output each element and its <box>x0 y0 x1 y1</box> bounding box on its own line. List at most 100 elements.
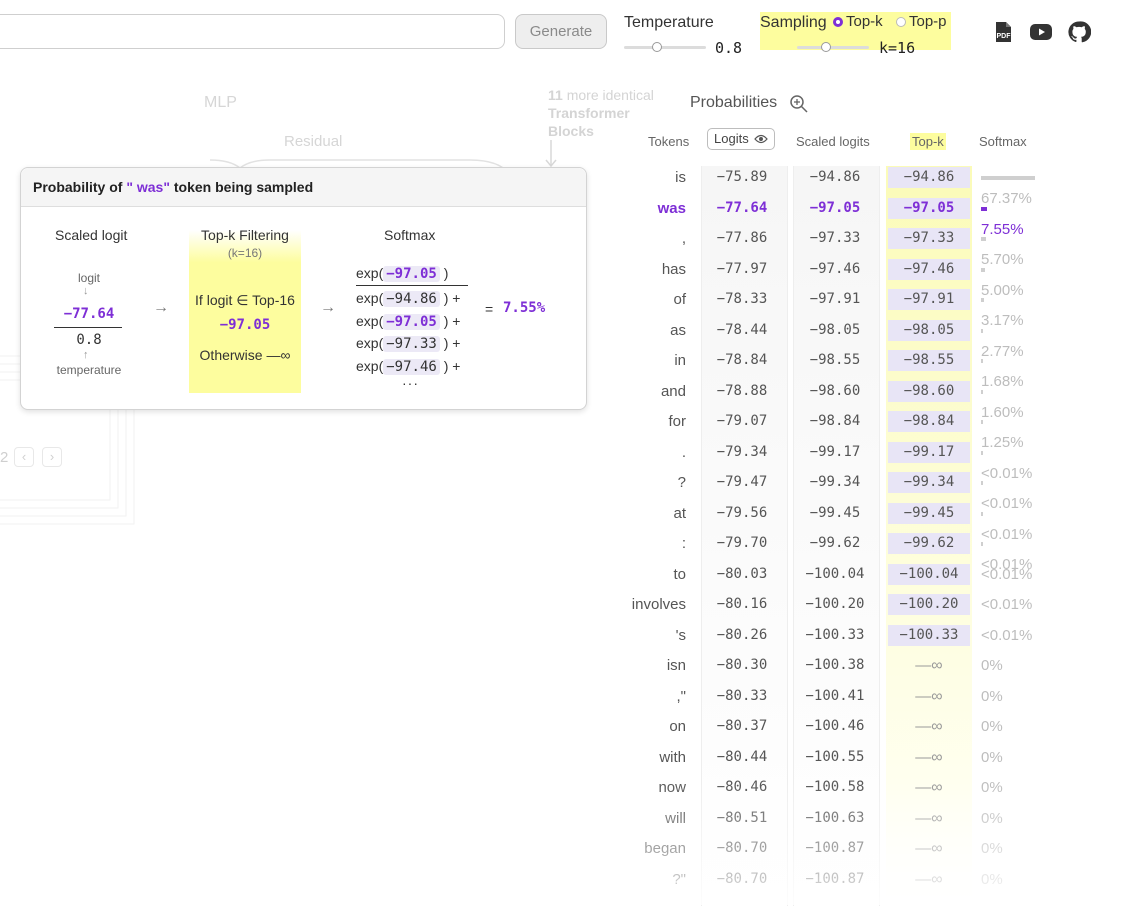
softmax-value: 0% <box>981 718 1003 735</box>
popup-title: Probability of " was" token being sample… <box>33 179 313 195</box>
row-softmax: 2.77% <box>981 320 1024 360</box>
logits-toggle[interactable]: Logits <box>707 128 775 150</box>
exp-label: exp( <box>356 290 384 306</box>
row-topk-value: −97.46 <box>888 259 970 280</box>
row-token[interactable]: was <box>600 198 686 219</box>
row-logit: −79.56 <box>716 505 768 521</box>
row-scaled-logit: −98.55 <box>809 352 861 368</box>
prev-page-button[interactable]: ‹ <box>14 447 34 467</box>
row-token[interactable]: in <box>600 350 686 371</box>
row-topk-value: −98.55 <box>888 350 970 371</box>
row-logit: −79.47 <box>716 474 768 490</box>
row-logit: −78.84 <box>716 352 768 368</box>
temperature-slider[interactable] <box>624 46 706 49</box>
softmax-header: Softmax <box>979 134 1027 149</box>
row-token[interactable]: has <box>600 259 686 280</box>
topk-filter-condition: If logit ∈ Top-16 <box>195 292 295 308</box>
fraction-line <box>54 327 122 328</box>
svg-text:PDF: PDF <box>997 33 1012 40</box>
row-logit: −80.30 <box>716 657 768 673</box>
denominator-term: exp(−97.05 ) + <box>356 312 461 330</box>
row-softmax: 1.25% <box>981 411 1024 451</box>
row-topk-value: −100.04 <box>888 564 970 585</box>
row-token[interactable]: and <box>600 381 686 402</box>
row-softmax: <0.01% <box>981 472 1032 512</box>
softmax-bar <box>981 176 1035 181</box>
row-scaled-logit: −99.62 <box>809 535 861 551</box>
softmax-bar <box>981 390 983 395</box>
row-logit: −77.86 <box>716 230 768 246</box>
row-logit: −80.33 <box>716 688 768 704</box>
row-scaled-logit: −99.34 <box>809 474 861 490</box>
next-page-button[interactable]: › <box>42 447 62 467</box>
pdf-icon[interactable]: PDF <box>991 20 1015 44</box>
topk-option-label[interactable]: Top-k <box>846 13 883 30</box>
temperature-slider-thumb[interactable] <box>652 42 662 52</box>
row-token[interactable]: is <box>600 167 686 188</box>
logits-header: Logits <box>714 131 749 146</box>
generate-button[interactable]: Generate <box>515 14 607 49</box>
topp-option-label[interactable]: Top-p <box>909 13 947 30</box>
softmax-value: 0% <box>981 749 1003 766</box>
row-logit: −80.44 <box>716 749 768 765</box>
row-topk-value: −97.33 <box>888 228 970 249</box>
row-token[interactable]: involves <box>600 594 686 615</box>
row-logit: −75.89 <box>716 169 768 185</box>
youtube-icon[interactable] <box>1029 20 1053 44</box>
tokens-header: Tokens <box>648 134 690 149</box>
row-token[interactable]: at <box>600 503 686 524</box>
zoom-in-icon[interactable] <box>789 94 809 114</box>
softmax-bar <box>981 420 983 425</box>
row-topk-value: −94.86 <box>888 167 970 188</box>
row-logit: −79.34 <box>716 444 768 460</box>
k-slider-thumb[interactable] <box>821 42 831 52</box>
exp-label: exp( <box>356 265 384 281</box>
topk-radio[interactable] <box>833 17 843 27</box>
popup-title-token: " was" <box>126 179 170 195</box>
row-token[interactable]: , <box>600 228 686 249</box>
row-scaled-logit: −100.55 <box>805 749 865 765</box>
denominator-term: exp(−94.86 ) + <box>356 290 461 307</box>
row-token[interactable]: 's <box>600 625 686 646</box>
row-softmax: 5.70% <box>981 228 1024 268</box>
arrow-up-icon: ↑ <box>83 349 89 361</box>
row-token[interactable]: . <box>600 442 686 463</box>
plus-sign: + <box>452 312 461 329</box>
row-token[interactable]: : <box>600 533 686 554</box>
row-logit: −79.07 <box>716 413 768 429</box>
row-token[interactable]: to <box>600 564 686 585</box>
row-logit: −77.97 <box>716 261 768 277</box>
row-logit: −79.70 <box>716 535 768 551</box>
row-token[interactable]: of <box>600 289 686 310</box>
softmax-bar <box>981 451 983 456</box>
row-softmax: 3.17% <box>981 289 1024 329</box>
topp-radio[interactable] <box>896 17 906 27</box>
row-topk-value: −97.91 <box>888 289 970 310</box>
row-token[interactable]: on <box>600 716 686 737</box>
sampling-label: Sampling <box>760 14 827 31</box>
bottom-fade <box>600 780 1121 905</box>
row-token[interactable]: with <box>600 747 686 768</box>
row-topk-value: −99.62 <box>888 533 970 554</box>
row-scaled-logit: −94.86 <box>809 169 861 185</box>
arrow-right-icon: → <box>320 299 336 316</box>
row-logit: −78.88 <box>716 383 768 399</box>
softmax-value: <0.01% <box>981 566 1033 583</box>
softmax-value: 0% <box>981 688 1003 705</box>
row-token[interactable]: isn <box>600 655 686 676</box>
row-token[interactable]: ," <box>600 686 687 707</box>
scaled-logits-header: Scaled logits <box>796 134 870 149</box>
row-softmax: <0.01% <box>981 625 1032 646</box>
softmax-numerator: exp(−97.05 ) <box>356 265 449 282</box>
row-token[interactable]: as <box>600 320 686 341</box>
row-softmax: 7.55% <box>981 198 1024 238</box>
row-softmax: 0% <box>981 747 1003 768</box>
prompt-input[interactable] <box>0 14 505 49</box>
row-softmax: <0.01% <box>981 564 1032 585</box>
github-icon[interactable] <box>1067 20 1092 44</box>
denominator-value: −94.86 <box>383 291 440 307</box>
row-token[interactable]: ? <box>600 472 686 493</box>
row-topk-value: −98.84 <box>888 411 970 432</box>
k-slider[interactable] <box>797 46 869 49</box>
row-token[interactable]: for <box>600 411 686 432</box>
